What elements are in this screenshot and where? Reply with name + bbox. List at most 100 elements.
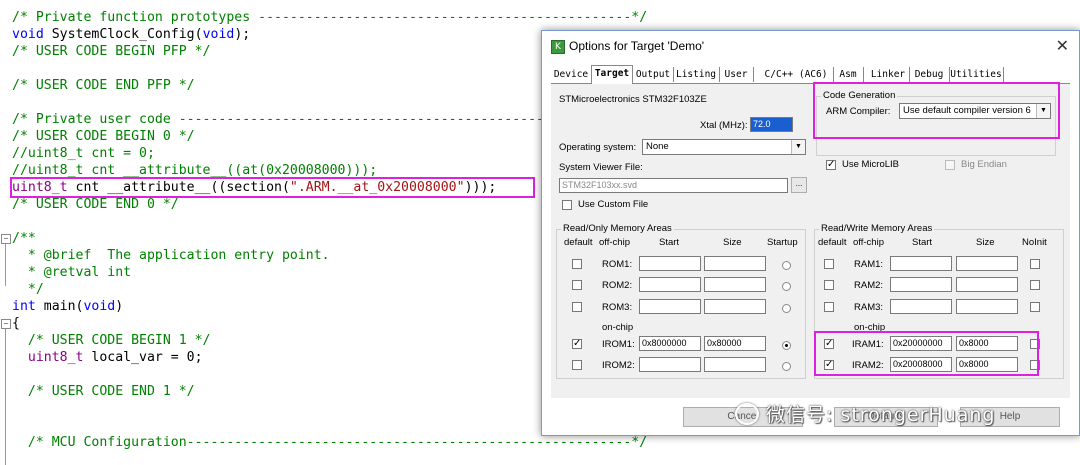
options-dialog: K Options for Target 'Demo' ✕ Device Tar… bbox=[541, 30, 1080, 436]
tab-listing[interactable]: Listing bbox=[673, 67, 720, 82]
rom2-start-input[interactable] bbox=[639, 277, 701, 292]
ro-header-size: Size bbox=[723, 237, 742, 248]
use-microlib-checkbox[interactable]: ✓ bbox=[826, 160, 836, 170]
rom1-label: ROM1: bbox=[602, 259, 633, 270]
code-line: uint8_t local_var = 0; bbox=[27, 350, 203, 365]
os-label: Operating system: bbox=[559, 142, 637, 153]
target-panel: STMicroelectronics STM32F103ZE Xtal (MHz… bbox=[551, 82, 1070, 398]
rw-header-size: Size bbox=[976, 237, 995, 248]
tab-device[interactable]: Device bbox=[551, 67, 592, 82]
ro-header-startup: Startup bbox=[767, 237, 798, 248]
ram1-default-checkbox[interactable] bbox=[824, 259, 834, 269]
rom2-label: ROM2: bbox=[602, 280, 633, 291]
use-custom-file-label: Use Custom File bbox=[578, 199, 649, 210]
rom3-start-input[interactable] bbox=[639, 299, 701, 314]
irom1-start-input[interactable]: 0x8000000 bbox=[639, 336, 701, 351]
fold-toggle-icon[interactable]: − bbox=[1, 319, 11, 329]
code-highlight-box bbox=[10, 177, 535, 198]
tab-debug[interactable]: Debug bbox=[909, 67, 950, 82]
ram2-size-input[interactable] bbox=[956, 277, 1018, 292]
wechat-logo-icon bbox=[735, 403, 759, 425]
ram3-start-input[interactable] bbox=[890, 299, 952, 314]
rom3-label: ROM3: bbox=[602, 302, 633, 313]
irom2-label: IROM2: bbox=[602, 360, 635, 371]
browse-button[interactable]: ... bbox=[791, 177, 807, 193]
close-icon[interactable]: ✕ bbox=[1056, 36, 1069, 55]
ram1-noinit-checkbox[interactable] bbox=[1030, 259, 1040, 269]
rom3-default-checkbox[interactable] bbox=[572, 302, 582, 312]
rom2-startup-radio[interactable] bbox=[782, 282, 791, 291]
code-line: //uint8_t cnt = 0; bbox=[12, 146, 155, 161]
rom2-default-checkbox[interactable] bbox=[572, 280, 582, 290]
use-custom-file-checkbox[interactable] bbox=[562, 200, 572, 210]
ram1-label: RAM1: bbox=[854, 259, 884, 270]
fold-toggle-icon[interactable]: − bbox=[1, 234, 11, 244]
fold-guide bbox=[5, 244, 6, 286]
irom2-default-checkbox[interactable] bbox=[572, 360, 582, 370]
irom1-label: IROM1: bbox=[602, 339, 635, 350]
irom1-default-checkbox[interactable]: ✓ bbox=[572, 339, 582, 349]
rom1-default-checkbox[interactable] bbox=[572, 259, 582, 269]
irom1-size-input[interactable]: 0x80000 bbox=[704, 336, 766, 351]
os-select[interactable]: None ▼ bbox=[642, 139, 806, 155]
ram3-default-checkbox[interactable] bbox=[824, 302, 834, 312]
ro-header-default: default bbox=[564, 237, 593, 248]
code-line: /* USER CODE END 0 */ bbox=[12, 197, 179, 212]
ram2-default-checkbox[interactable] bbox=[824, 280, 834, 290]
code-line: /* Private function prototypes ---------… bbox=[12, 10, 648, 25]
tab-user[interactable]: User bbox=[719, 67, 754, 82]
ram1-size-input[interactable] bbox=[956, 256, 1018, 271]
ram2-noinit-checkbox[interactable] bbox=[1030, 280, 1040, 290]
rom2-size-input[interactable] bbox=[704, 277, 766, 292]
code-line: /* USER CODE END PFP */ bbox=[12, 78, 195, 93]
code-line: /* USER CODE BEGIN PFP */ bbox=[12, 44, 211, 59]
watermark-text: 微信号: strongerHuang bbox=[766, 404, 996, 426]
xtal-input[interactable]: 72.0 bbox=[750, 117, 793, 132]
fold-guide bbox=[5, 329, 6, 465]
big-endian-checkbox[interactable] bbox=[945, 160, 955, 170]
tab-c-cpp[interactable]: C/C++ (AC6) bbox=[759, 67, 834, 82]
rom1-startup-radio[interactable] bbox=[782, 261, 791, 270]
irom2-startup-radio[interactable] bbox=[782, 362, 791, 371]
ram2-start-input[interactable] bbox=[890, 277, 952, 292]
tab-linker[interactable]: Linker bbox=[867, 67, 910, 82]
code-generation-highlight-box bbox=[813, 82, 1060, 139]
code-line: /* USER CODE BEGIN 0 */ bbox=[12, 129, 195, 144]
ram3-size-input[interactable] bbox=[956, 299, 1018, 314]
irom2-size-input[interactable] bbox=[704, 357, 766, 372]
ram3-noinit-checkbox[interactable] bbox=[1030, 302, 1040, 312]
rom3-size-input[interactable] bbox=[704, 299, 766, 314]
rw-header-start: Start bbox=[912, 237, 933, 248]
ro-header-start: Start bbox=[659, 237, 680, 248]
tab-utilities[interactable]: Utilities bbox=[949, 67, 1004, 82]
rom3-startup-radio[interactable] bbox=[782, 304, 791, 313]
tab-output[interactable]: Output bbox=[633, 67, 674, 82]
rom1-size-input[interactable] bbox=[704, 256, 766, 271]
dialog-title: Options for Target 'Demo' bbox=[569, 39, 705, 53]
code-line: { bbox=[12, 316, 20, 331]
os-select-value: None bbox=[646, 141, 669, 152]
use-microlib-label: Use MicroLIB bbox=[842, 159, 900, 170]
rom1-start-input[interactable] bbox=[639, 256, 701, 271]
dialog-titlebar[interactable]: K Options for Target 'Demo' ✕ bbox=[542, 31, 1079, 63]
keil-app-icon: K bbox=[551, 40, 565, 54]
irom2-start-input[interactable] bbox=[639, 357, 701, 372]
code-line: /* USER CODE BEGIN 1 */ bbox=[12, 333, 211, 348]
rw-header-offchip: off-chip bbox=[853, 237, 884, 248]
ro-header-offchip: off-chip bbox=[599, 237, 630, 248]
code-line: /* USER CODE END 1 */ bbox=[12, 384, 195, 399]
svf-input[interactable]: STM32F103xx.svd bbox=[559, 178, 788, 193]
rw-header-noinit: NoInit bbox=[1022, 237, 1047, 248]
irom1-startup-radio[interactable] bbox=[782, 341, 791, 350]
ram1-start-input[interactable] bbox=[890, 256, 952, 271]
rw-memory-label: Read/Write Memory Areas bbox=[819, 223, 935, 234]
code-line: /* MCU Configuration--------------------… bbox=[12, 435, 648, 450]
code-line: * @retval int bbox=[12, 265, 132, 280]
code-line: /** bbox=[12, 231, 36, 246]
tab-target[interactable]: Target bbox=[591, 65, 633, 85]
code-line: * @brief The application entry point. bbox=[12, 248, 330, 263]
device-name: STMicroelectronics STM32F103ZE bbox=[559, 94, 707, 105]
ram3-label: RAM3: bbox=[854, 302, 884, 313]
ro-on-chip-label: on-chip bbox=[602, 322, 634, 333]
tab-asm[interactable]: Asm bbox=[833, 67, 864, 82]
